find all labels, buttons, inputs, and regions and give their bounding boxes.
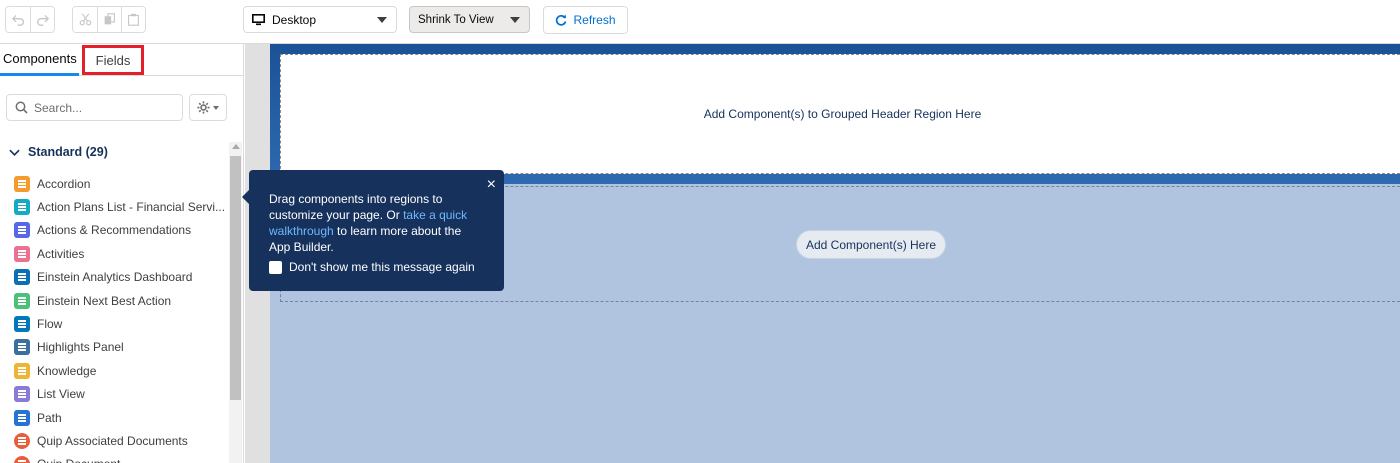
component-label: Activities (37, 246, 85, 261)
components-panel: Components Fields Search... Standard (29… (0, 44, 244, 463)
cut-button[interactable] (73, 7, 97, 32)
component-list-item[interactable]: Knowledge (14, 359, 225, 382)
component-icon (14, 456, 30, 463)
paste-icon (128, 13, 139, 26)
undo-redo-group (5, 6, 55, 33)
component-icon (14, 316, 30, 333)
component-icon (14, 362, 30, 379)
component-label: Actions & Recommendations (37, 223, 192, 238)
walkthrough-popover: × Drag components into regions to custom… (242, 170, 504, 291)
zoom-select[interactable]: Shrink To View (409, 6, 530, 33)
grouped-header-region[interactable]: Add Component(s) to Grouped Header Regio… (280, 54, 1400, 174)
component-list-item[interactable]: Einstein Analytics Dashboard (14, 266, 225, 289)
copy-button[interactable] (97, 7, 121, 32)
component-icon (14, 432, 30, 449)
component-list-item[interactable]: Flow (14, 312, 225, 335)
component-list-item[interactable]: List View (14, 383, 225, 406)
search-input[interactable]: Search... (6, 94, 183, 121)
popover-message: Drag components into regions to customiz… (269, 191, 484, 255)
component-list-item[interactable]: Quip Associated Documents (14, 429, 225, 452)
redo-button[interactable] (30, 7, 54, 32)
component-label: Action Plans List - Financial Servi... (37, 200, 226, 215)
search-placeholder: Search... (34, 100, 83, 115)
chevron-down-icon (9, 149, 20, 156)
component-label: Quip Associated Documents (37, 433, 188, 448)
refresh-button[interactable]: Refresh (543, 6, 628, 34)
zoom-select-value: Shrink To View (418, 13, 494, 26)
component-list-item[interactable]: Path (14, 406, 225, 429)
component-label: Einstein Analytics Dashboard (37, 270, 193, 285)
refresh-label: Refresh (573, 13, 616, 27)
gear-icon (197, 101, 210, 114)
copy-icon (104, 13, 115, 25)
component-icon (14, 292, 30, 309)
chevron-down-icon (510, 17, 520, 23)
component-label: Accordion (37, 176, 91, 191)
component-list-item[interactable]: Highlights Panel (14, 336, 225, 359)
component-list: Accordion Action Plans List - Financial S… (14, 172, 225, 463)
refresh-icon (556, 14, 567, 26)
component-label: Path (37, 410, 62, 425)
close-icon[interactable]: × (487, 177, 496, 193)
scroll-up-arrow[interactable] (232, 144, 240, 149)
undo-icon (11, 14, 24, 26)
component-icon (14, 269, 30, 286)
component-list-item[interactable]: Einstein Next Best Action (14, 289, 225, 312)
component-list-item[interactable]: Action Plans List - Financial Servi... (14, 195, 225, 218)
scrollbar-thumb[interactable] (230, 156, 241, 400)
component-icon (14, 386, 30, 403)
component-list-item[interactable]: Accordion (14, 172, 225, 195)
clipboard-group (72, 6, 146, 33)
dont-show-again-option[interactable]: Don't show me this message again (269, 259, 484, 275)
component-label: Flow (37, 317, 63, 332)
chevron-down-icon (377, 17, 387, 23)
component-list-item[interactable]: Quip Document (14, 453, 225, 463)
search-icon (15, 101, 28, 114)
component-icon (14, 199, 30, 216)
component-label: List View (37, 387, 85, 402)
component-icon (14, 175, 30, 192)
redo-icon (37, 14, 49, 26)
component-label: Knowledge (37, 363, 97, 378)
component-icon (14, 339, 30, 356)
settings-menu-button[interactable] (189, 94, 227, 121)
desktop-icon (252, 13, 265, 25)
component-label: Highlights Panel (37, 340, 124, 355)
toolbar: Desktop Shrink To View Refresh (0, 0, 1400, 44)
component-icon (14, 245, 30, 262)
tab-fields[interactable]: Fields (82, 45, 144, 75)
component-label: Quip Document (37, 457, 120, 463)
section-standard[interactable]: Standard (29) (9, 145, 108, 159)
scrollbar[interactable] (229, 142, 242, 463)
component-icon (14, 222, 30, 239)
panel-tabs: Components Fields (0, 44, 243, 76)
component-list-item[interactable]: Actions & Recommendations (14, 219, 225, 242)
tab-components[interactable]: Components (0, 44, 79, 76)
device-select-value: Desktop (272, 12, 317, 27)
component-icon (14, 409, 30, 426)
component-label: Einstein Next Best Action (37, 293, 172, 308)
dont-show-checkbox[interactable] (269, 260, 282, 274)
caret-down-icon (213, 105, 219, 110)
component-list-item[interactable]: Activities (14, 242, 225, 265)
section-label: Standard (29) (28, 145, 108, 159)
device-select[interactable]: Desktop (243, 6, 397, 33)
undo-button[interactable] (6, 7, 30, 32)
dont-show-label: Don't show me this message again (289, 260, 475, 274)
cut-icon (79, 13, 91, 26)
add-component-button[interactable]: Add Component(s) Here (796, 230, 946, 259)
paste-button[interactable] (121, 7, 145, 32)
header-region-label: Add Component(s) to Grouped Header Regio… (703, 107, 982, 121)
